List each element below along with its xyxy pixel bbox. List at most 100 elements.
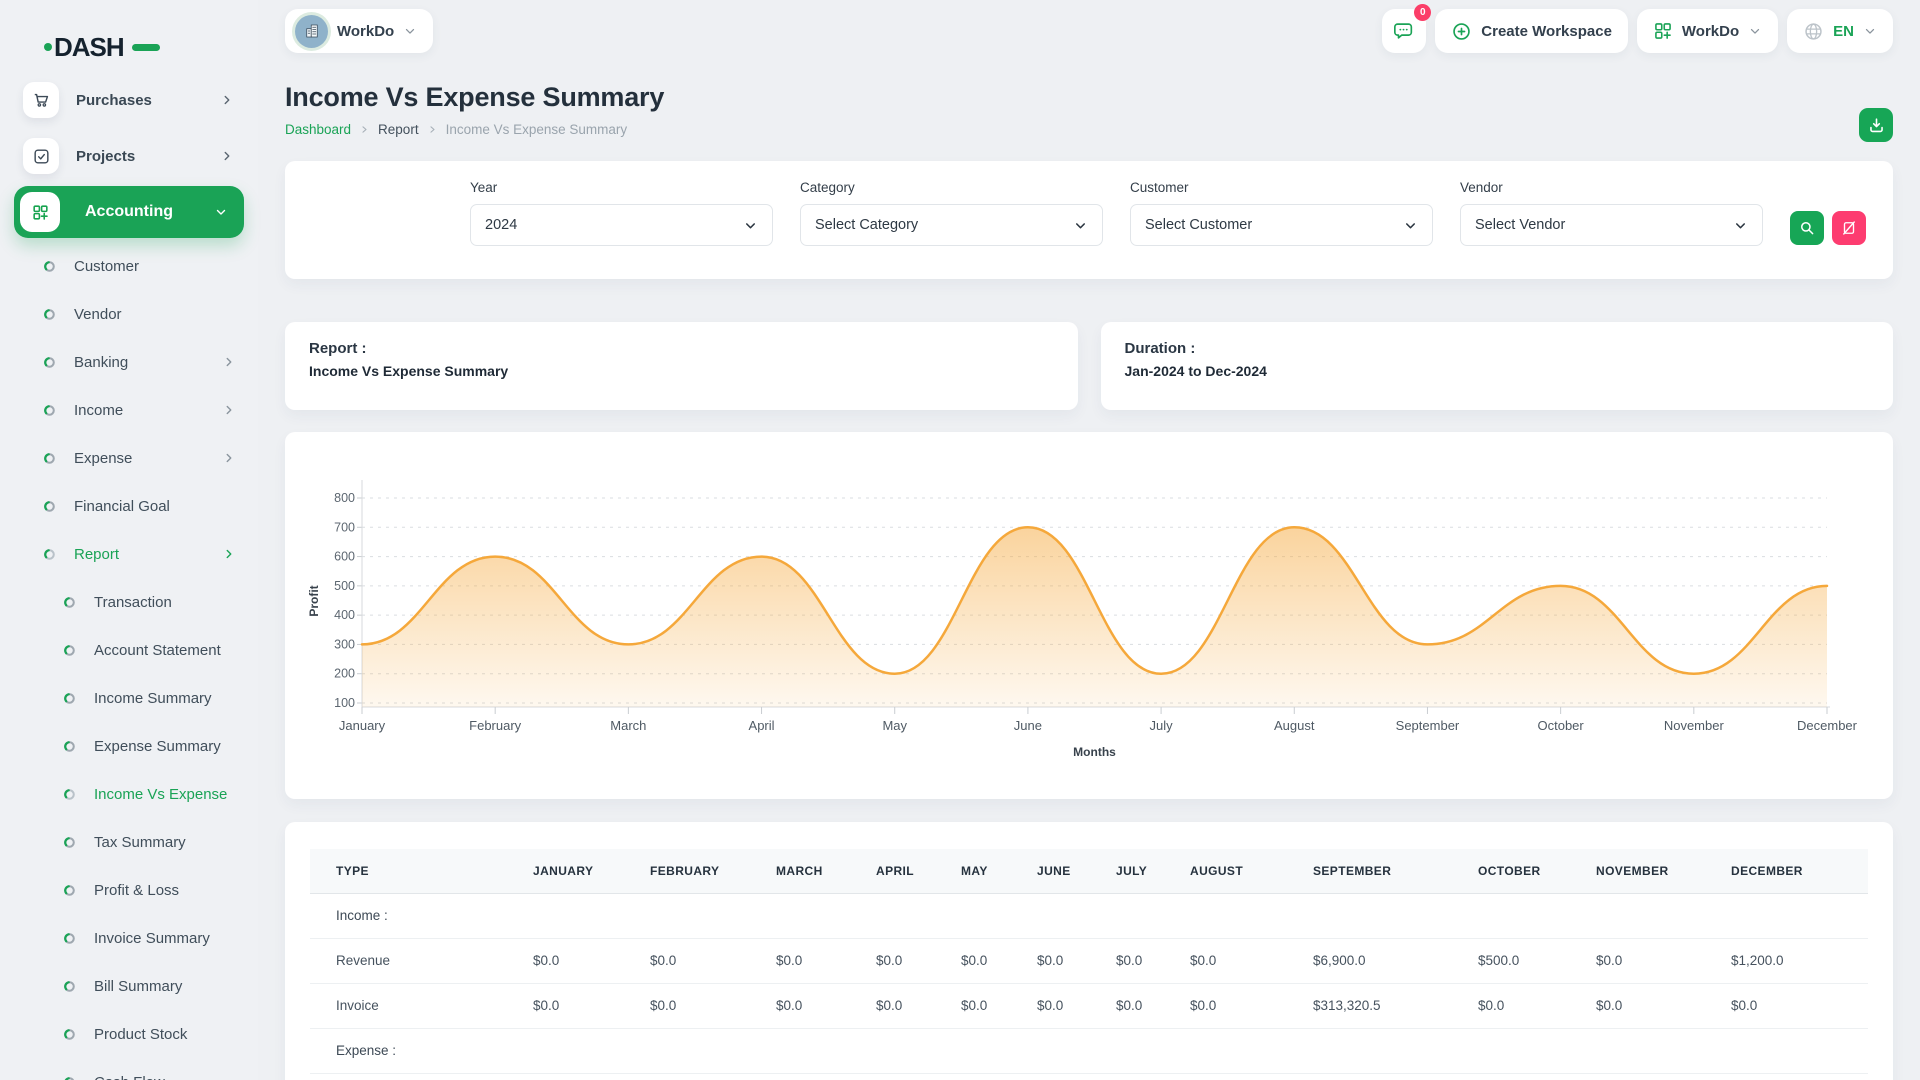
bullet-icon <box>63 1028 76 1041</box>
column-header-january: JANUARY <box>533 849 650 893</box>
bullet-icon <box>63 980 76 993</box>
download-icon <box>1867 116 1886 135</box>
chevron-down-icon <box>403 24 417 38</box>
workspace-switcher[interactable]: WorkDo <box>285 9 433 53</box>
bullet-icon <box>63 596 76 609</box>
sidebar-item-accounting[interactable]: Accounting <box>14 186 244 238</box>
main-content: WorkDo 0 Create Workspace <box>258 0 1920 1080</box>
bullet-icon <box>63 644 76 657</box>
sidebar-item-income-summary[interactable]: Income Summary <box>14 674 244 722</box>
section-title: Expense : <box>310 1028 1868 1073</box>
sidebar-item-account-statement[interactable]: Account Statement <box>14 626 244 674</box>
apply-filter-button[interactable] <box>1790 211 1824 245</box>
table-cell: $500.0 <box>1478 938 1596 983</box>
chat-bubble-icon <box>1393 20 1415 42</box>
svg-text:600: 600 <box>334 550 355 564</box>
workspace-name: WorkDo <box>337 23 394 40</box>
sidebar-item-transaction[interactable]: Transaction <box>14 578 244 626</box>
svg-text:March: March <box>610 718 646 733</box>
table-cell: $0.0 <box>1116 938 1190 983</box>
selected-value: 2024 <box>485 217 517 233</box>
svg-text:400: 400 <box>334 608 355 622</box>
download-button[interactable] <box>1859 108 1893 142</box>
sidebar-item-customer[interactable]: Customer <box>14 242 244 290</box>
column-header-december: DECEMBER <box>1731 849 1868 893</box>
sidebar-item-cash-flow[interactable]: Cash Flow <box>14 1058 244 1080</box>
sidebar-item-projects[interactable]: Projects <box>14 128 244 184</box>
sidebar-item-expense[interactable]: Expense <box>14 434 244 482</box>
chevron-right-icon <box>222 547 236 561</box>
svg-text:April: April <box>749 718 775 733</box>
sidebar-item-bill-summary[interactable]: Bill Summary <box>14 962 244 1010</box>
table-cell: $0.0 <box>776 983 876 1028</box>
report-card: Report : Income Vs Expense Summary <box>285 322 1078 410</box>
sidebar-item-invoice-summary[interactable]: Invoice Summary <box>14 914 244 962</box>
messages-button[interactable]: 0 <box>1382 9 1426 53</box>
table-cell: $0.0 <box>776 938 876 983</box>
column-header-february: FEBRUARY <box>650 849 776 893</box>
create-workspace-button[interactable]: Create Workspace <box>1435 9 1628 53</box>
svg-text:800: 800 <box>334 491 355 505</box>
svg-text:December: December <box>1797 718 1858 733</box>
column-header-september: SEPTEMBER <box>1313 849 1478 893</box>
column-header-november: NOVEMBER <box>1596 849 1731 893</box>
building-icon <box>303 22 321 40</box>
sidebar-item-financial-goal[interactable]: Financial Goal <box>14 482 244 530</box>
sidebar-item-product-stock[interactable]: Product Stock <box>14 1010 244 1058</box>
create-workspace-label: Create Workspace <box>1481 23 1612 40</box>
customer-select[interactable]: Select Customer <box>1130 204 1433 246</box>
section-row-expense: Expense : <box>310 1028 1868 1073</box>
table-row-invoice: Invoice$0.0$0.0$0.0$0.0$0.0$0.0$0.0$0.0$… <box>310 983 1868 1028</box>
language-menu[interactable]: EN <box>1787 9 1893 53</box>
table-cell: $0.0 <box>961 983 1037 1028</box>
chevron-right-icon <box>222 451 236 465</box>
chevron-right-icon <box>220 149 234 163</box>
duration-value: Jan-2024 to Dec-2024 <box>1125 363 1870 379</box>
bullet-icon <box>43 308 56 321</box>
sidebar-item-income-vs-expense[interactable]: Income Vs Expense <box>14 770 244 818</box>
clear-filter-icon <box>1840 219 1858 237</box>
column-header-august: AUGUST <box>1190 849 1313 893</box>
table-cell: $0.0 <box>1190 938 1313 983</box>
filter-bar: Year 2024 Category Select Category Custo… <box>285 161 1893 279</box>
sidebar-item-profit-loss[interactable]: Profit & Loss <box>14 866 244 914</box>
vendor-select[interactable]: Select Vendor <box>1460 204 1763 246</box>
page-title: Income Vs Expense Summary <box>285 82 1893 113</box>
grid-plus-icon <box>31 203 50 222</box>
topbar-actions: 0 Create Workspace WorkDo <box>1382 9 1893 53</box>
filter-fields: Year 2024 Category Select Category Custo… <box>470 180 1763 246</box>
search-icon <box>1798 219 1816 237</box>
chevron-right-icon <box>220 93 234 107</box>
filter-label: Vendor <box>1460 180 1763 195</box>
summary-cards: Report : Income Vs Expense Summary Durat… <box>285 322 1893 410</box>
breadcrumb-dashboard[interactable]: Dashboard <box>285 122 351 137</box>
breadcrumb-report[interactable]: Report <box>378 122 419 137</box>
plus-circle-icon <box>1451 21 1472 42</box>
workspace-avatar <box>295 15 328 48</box>
bullet-icon <box>43 500 56 513</box>
year-select[interactable]: 2024 <box>470 204 773 246</box>
reset-filter-button[interactable] <box>1832 211 1866 245</box>
sidebar-item-banking[interactable]: Banking <box>14 338 244 386</box>
sidebar-item-income[interactable]: Income <box>14 386 244 434</box>
category-select[interactable]: Select Category <box>800 204 1103 246</box>
chevron-down-icon <box>1403 218 1418 233</box>
table-cell: $0.0 <box>1037 938 1116 983</box>
chevron-down-icon <box>1073 218 1088 233</box>
sidebar-item-vendor[interactable]: Vendor <box>14 290 244 338</box>
selected-value: Select Customer <box>1145 217 1252 233</box>
sidebar-item-tax-summary[interactable]: Tax Summary <box>14 818 244 866</box>
sidebar-item-expense-summary[interactable]: Expense Summary <box>14 722 244 770</box>
app-logo[interactable]: DASH <box>0 0 258 64</box>
column-header-type: TYPE <box>310 849 533 893</box>
section-title: Income : <box>310 893 1868 938</box>
company-menu[interactable]: WorkDo <box>1637 9 1778 53</box>
table-cell: $0.0 <box>1190 983 1313 1028</box>
selected-value: Select Category <box>815 217 918 233</box>
filter-actions <box>1790 211 1866 245</box>
sidebar: DASH PurchasesProjectsAccounting Custome… <box>0 0 258 1080</box>
report-value: Income Vs Expense Summary <box>309 363 1054 379</box>
sidebar-item-report[interactable]: Report <box>14 530 244 578</box>
table-cell: $0.0 <box>1731 983 1868 1028</box>
sidebar-item-purchases[interactable]: Purchases <box>14 72 244 128</box>
